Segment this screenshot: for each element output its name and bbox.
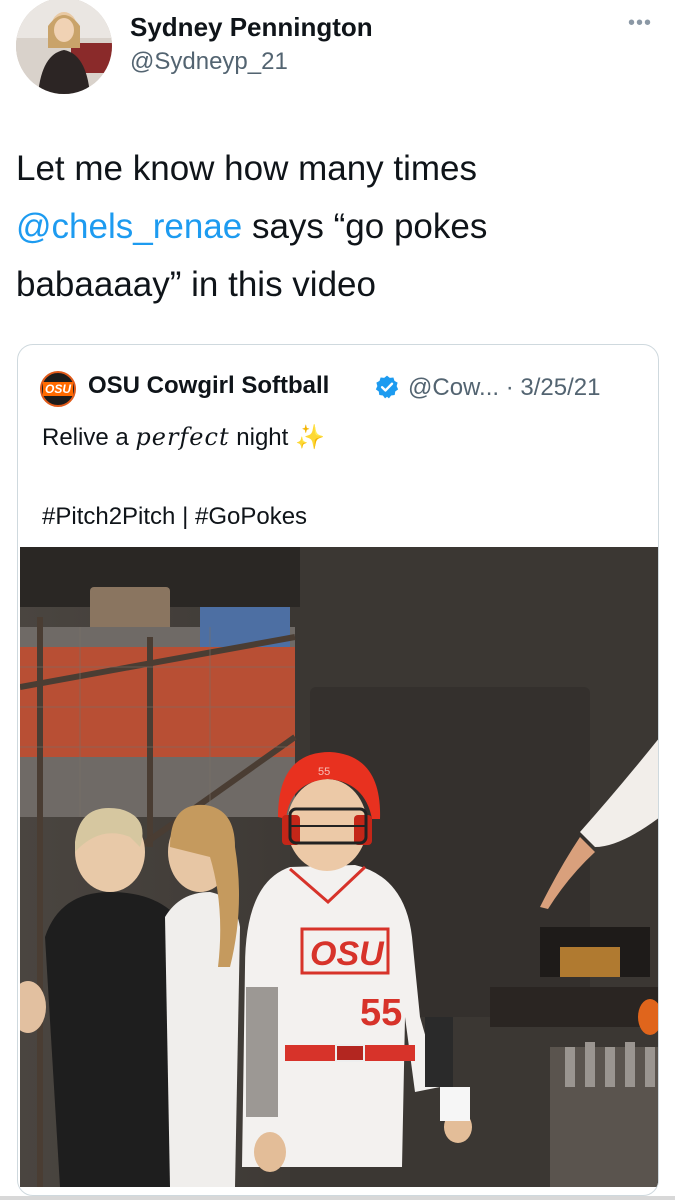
author-name[interactable]: Sydney Pennington: [130, 12, 373, 43]
avatar-photo: [16, 0, 112, 94]
author-avatar[interactable]: [16, 0, 112, 94]
quoted-author-name[interactable]: OSU Cowgirl Softball: [88, 372, 329, 400]
osu-logo-text: OSU: [42, 382, 73, 396]
author-handle[interactable]: @Sydneyp_21: [130, 48, 288, 76]
tweet-text-part: Let me know how many times: [16, 149, 478, 188]
jersey-logo: OSU: [310, 935, 385, 973]
jersey-number: 55: [360, 992, 402, 1034]
verified-badge-icon: [375, 375, 399, 399]
osu-logo-icon: OSU: [40, 371, 76, 407]
quoted-text-line1: Relive a perfect night ✨: [42, 423, 325, 452]
quoted-handle-date: @Cow... · 3/25/21: [408, 374, 601, 401]
quoted-text-part: night: [229, 424, 295, 451]
video-frame: 55 OSU 55: [20, 547, 658, 1187]
quoted-hashtags[interactable]: #Pitch2Pitch | #GoPokes: [42, 503, 307, 531]
tweet-text: Let me know how many times @chels_renae …: [16, 140, 656, 314]
more-options-icon[interactable]: •••: [628, 12, 652, 35]
quoted-tweet[interactable]: OSU OSU Cowgirl Softball @Cow... · 3/25/…: [17, 344, 659, 1196]
helmet-number: 55: [318, 766, 330, 778]
screen-bottom-edge: [0, 1196, 675, 1200]
quoted-text-part: Relive a: [42, 424, 136, 451]
quoted-script-word: perfect: [135, 423, 230, 451]
video-player[interactable]: 55 OSU 55: [20, 547, 658, 1187]
mention-link[interactable]: @chels_renae: [16, 207, 242, 246]
sparkles-icon: ✨: [294, 424, 325, 451]
